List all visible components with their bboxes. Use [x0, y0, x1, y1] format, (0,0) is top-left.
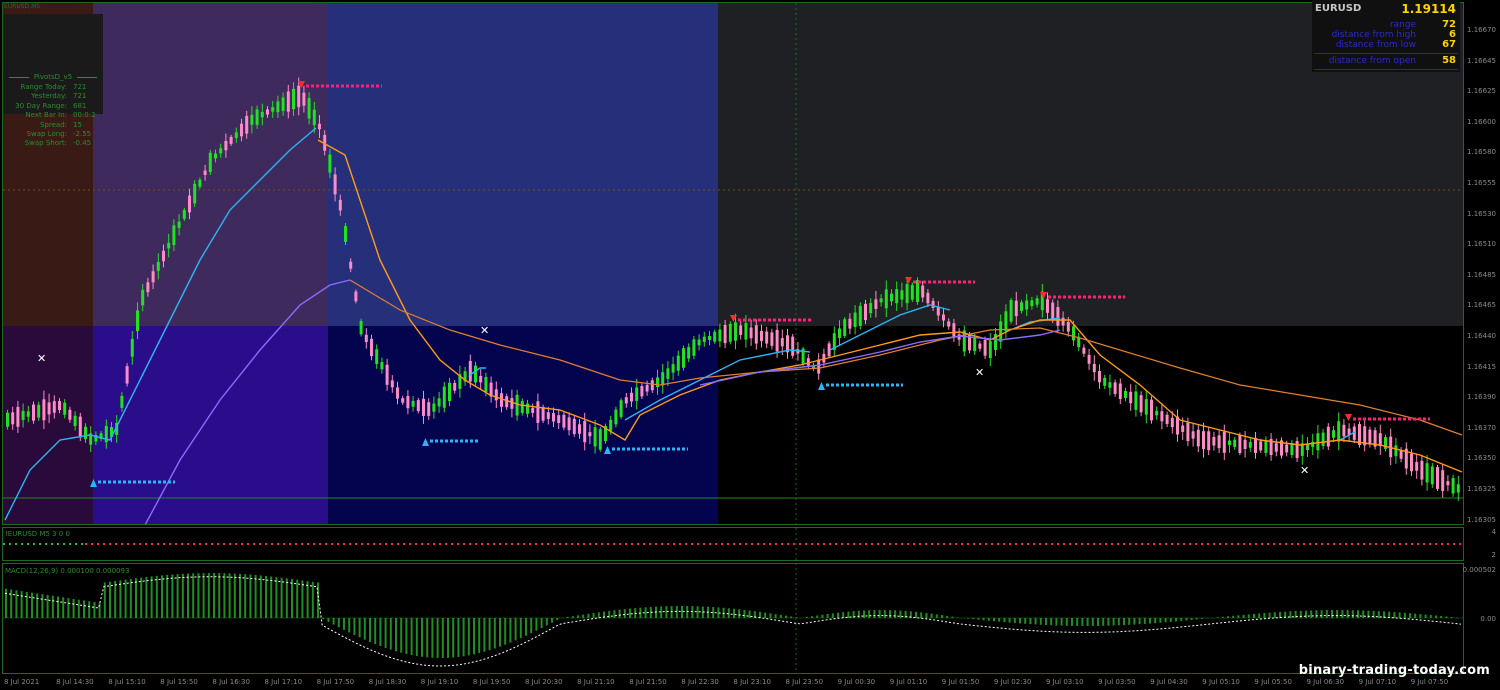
time-tick-label: 9 Jul 01:50: [941, 678, 980, 686]
pivot-row-label: Range Today:: [20, 83, 67, 91]
distance-from-low-label: distance from low: [1335, 40, 1416, 50]
pivot-row: 30 Day Range: 681: [3, 102, 99, 110]
time-tick-label: 8 Jul 17:10: [264, 678, 303, 686]
pivots-title-line-right: [77, 77, 97, 78]
pivot-row-label: Spread:: [39, 120, 67, 129]
pivot-row: Swap Long: -2.55: [3, 130, 99, 138]
distance-from-low-value: 67: [1442, 39, 1456, 50]
macd-label: MACD(12,26,9) 0.000100 0.000093: [5, 567, 130, 575]
pivot-row: Range Today: 721: [3, 83, 99, 91]
pivot-row-value: 721: [73, 92, 87, 101]
time-tick-label: 9 Jul 03:10: [1046, 678, 1084, 686]
distance-from-open-label: distance from open: [1328, 56, 1416, 66]
pivot-row-label: Next Bar In:: [25, 111, 67, 120]
time-tick-label: 8 Jul 23:50: [785, 678, 824, 686]
price-pane-border: [2, 2, 1464, 525]
pivot-row: Yesterday: 721: [3, 92, 99, 100]
time-tick-label: 8 Jul 18:30: [368, 678, 407, 686]
time-tick-label: 8 Jul 22:30: [681, 678, 719, 686]
pivot-row-value: 721: [73, 83, 87, 91]
time-tick-label: 8 Jul 20:30: [525, 678, 563, 686]
pivot-row-label: Swap Short:: [24, 139, 67, 148]
price-tick-label: 1.16370: [1467, 423, 1496, 432]
time-tick-label: 9 Jul 03:50: [1098, 678, 1136, 686]
price-tick-label: 1.16625: [1467, 87, 1496, 96]
macd-pane-border: [2, 563, 1464, 674]
macd-scale-top: 0.000502: [1462, 566, 1496, 574]
price-tick-label: 1.16485: [1467, 270, 1496, 279]
price-tick-label: 1.16390: [1467, 393, 1496, 402]
price-tick-label: 1.16440: [1467, 332, 1496, 340]
distance-from-high-label: distance from high: [1331, 30, 1416, 40]
time-tick-label: 9 Jul 06:30: [1306, 678, 1345, 686]
time-tick-label: 9 Jul 02:30: [993, 678, 1032, 686]
pivot-row-label: 30 Day Range:: [15, 101, 67, 110]
pivot-row-label: Yesterday:: [31, 92, 67, 101]
ms-indicator-label: !EURUSD M5 3 0 0: [5, 530, 70, 538]
quote-symbol: EURUSD: [1315, 3, 1362, 14]
time-tick-label: 8 Jul 21:10: [577, 678, 615, 686]
quote-separator-bottom: [1314, 69, 1458, 70]
time-tick-label: 8 Jul 14:30: [56, 678, 94, 686]
time-tick-label: 9 Jul 07:50: [1410, 678, 1449, 686]
price-tick-label: 1.16325: [1467, 485, 1496, 493]
pivot-row-value: 00:0:2: [73, 111, 96, 120]
price-tick-label: 1.16580: [1467, 148, 1496, 157]
time-tick-label: 9 Jul 04:30: [1150, 678, 1188, 686]
time-tick-label: 8 Jul 17:50: [316, 678, 355, 686]
pivot-row-value: -0.45: [73, 139, 92, 148]
ms-scale-bottom: 2: [1491, 551, 1496, 559]
time-tick-label: 8 Jul 19:50: [472, 678, 511, 686]
time-tick-label: 9 Jul 07:10: [1358, 678, 1397, 686]
pivot-row-value: 681: [73, 101, 87, 110]
chart-title: EURUSD,M5: [4, 3, 41, 10]
time-tick-label: 8 Jul 15:50: [160, 678, 198, 686]
price-tick-label: 1.16510: [1467, 240, 1496, 249]
time-tick-label: 9 Jul 05:50: [1254, 678, 1292, 686]
distance-from-open-value: 58: [1442, 55, 1456, 66]
price-tick-label: 1.16465: [1467, 301, 1496, 310]
range-label: range: [1389, 20, 1416, 30]
price-tick-label: 1.16670: [1467, 26, 1496, 34]
pivots-title-line-left: [9, 77, 29, 78]
price-tick-label: 1.16600: [1467, 117, 1496, 126]
pivot-row: Swap Short: -0.45: [3, 139, 99, 147]
price-tick-label: 1.16555: [1467, 179, 1496, 187]
price-tick-label: 1.16530: [1467, 209, 1496, 218]
trading-terminal-window: ✕ ✕ ✕ ✕ EURUSD,M5 PivotsD_v5 Range Today: 72…: [0, 0, 1500, 690]
ms-pane-border: [2, 527, 1464, 561]
price-tick-label: 1.16645: [1467, 56, 1496, 65]
time-tick-label: 8 Jul 15:10: [108, 678, 146, 686]
price-tick-label: 1.16415: [1467, 362, 1496, 371]
time-tick-label: 8 Jul 2021: [4, 678, 40, 686]
watermark-text: binary-trading-today.com: [1298, 663, 1490, 678]
pivot-row: Next Bar In: 00:0:2: [3, 111, 99, 119]
pivot-row-value: -2.55: [73, 130, 92, 138]
pivots-panel: PivotsD_v5 Range Today: 721 Yesterday: 721 3…: [3, 14, 103, 147]
pivot-row-label: Swap Long:: [26, 130, 67, 138]
pivot-row: Spread: 15: [3, 121, 99, 129]
pivot-row-value: 15: [73, 120, 82, 129]
time-tick-label: 8 Jul 16:30: [212, 678, 250, 686]
quote-panel: EURUSD 1.19114 range 72 distance from hi…: [1312, 0, 1460, 72]
price-tick-label: 1.16350: [1467, 454, 1496, 463]
time-tick-label: 9 Jul 05:10: [1202, 678, 1240, 686]
time-tick-label: 8 Jul 23:10: [733, 678, 771, 686]
time-tick-label: 8 Jul 21:50: [629, 678, 667, 686]
time-tick-label: 9 Jul 00:30: [837, 678, 876, 686]
price-tick-label: 1.16305: [1467, 515, 1496, 524]
quote-separator: [1314, 53, 1458, 54]
quote-price: 1.19114: [1401, 2, 1456, 16]
time-tick-label: 9 Jul 01:10: [889, 678, 928, 686]
ms-scale-top: 4: [1491, 528, 1496, 536]
macd-scale-zero: 0.00: [1480, 615, 1496, 623]
time-tick-label: 8 Jul 19:10: [420, 678, 459, 686]
